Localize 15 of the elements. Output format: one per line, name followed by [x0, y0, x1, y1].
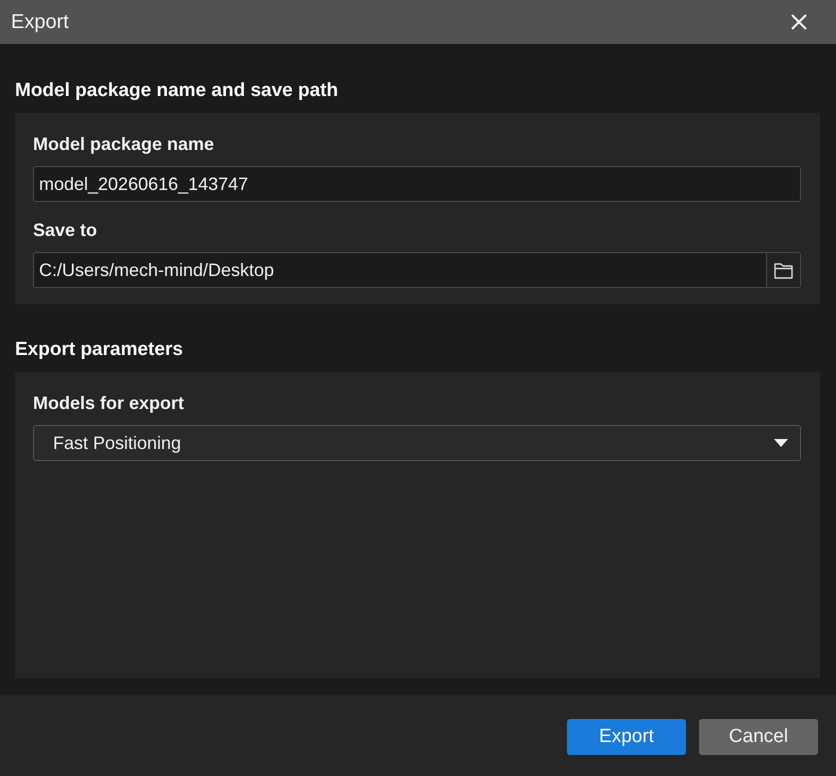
folder-icon [774, 262, 794, 278]
cancel-button[interactable]: Cancel [699, 719, 818, 755]
field-label: Save to [33, 219, 98, 241]
window-title: Export [11, 10, 69, 34]
input-field[interactable]: model_20260616_143747 [33, 166, 801, 202]
close-icon[interactable] [790, 13, 808, 31]
dropdown[interactable]: Fast Positioning [33, 425, 801, 461]
export-button[interactable]: Export [567, 719, 686, 755]
browse-button[interactable] [766, 252, 801, 288]
path-field[interactable]: C:/Users/mech-mind/Desktop [33, 252, 767, 288]
caret-icon [774, 439, 788, 447]
section-heading: Export parameters [15, 338, 184, 362]
field-label: Model package name [33, 133, 216, 155]
section-heading: Model package name and save path [15, 79, 340, 103]
field-label: Models for export [33, 392, 186, 414]
